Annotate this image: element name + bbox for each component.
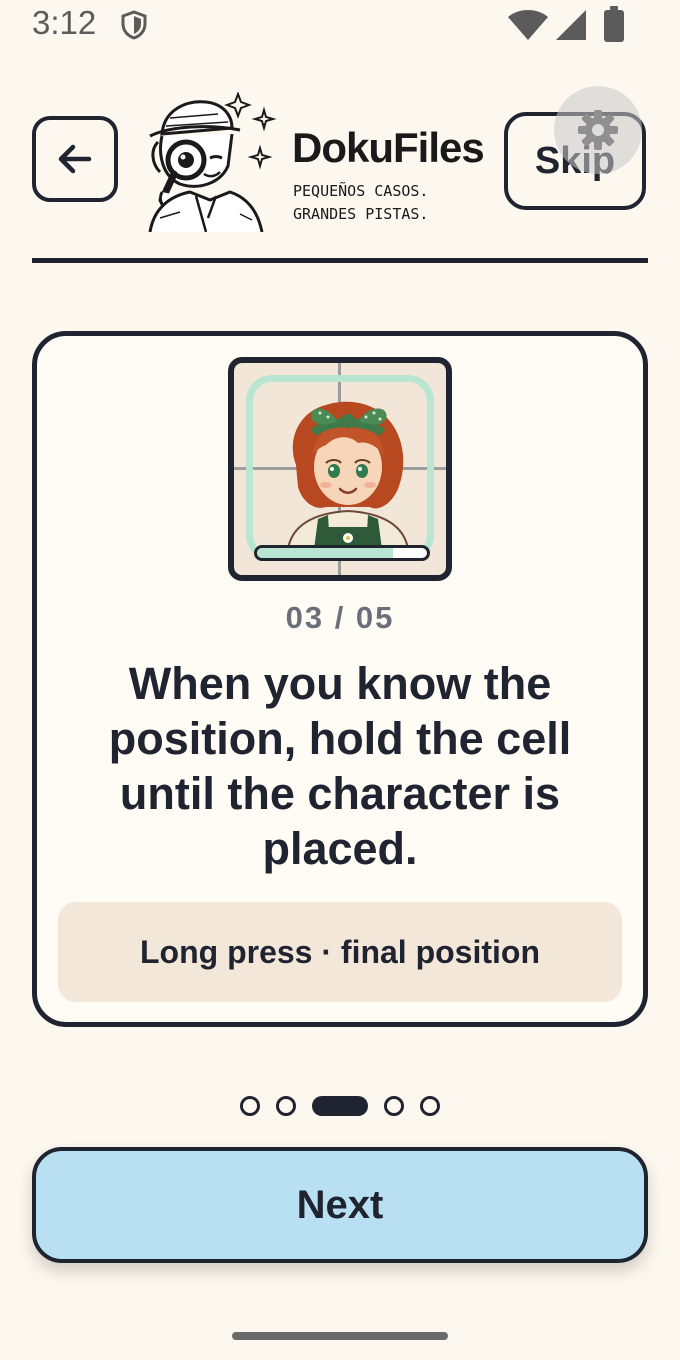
pagination-dots	[0, 1094, 680, 1118]
step-counter: 03 / 05	[285, 600, 395, 635]
gesture-hint: Long press · final position	[58, 902, 622, 1002]
signal-icon	[556, 10, 586, 40]
pagination-dot[interactable]	[384, 1096, 404, 1116]
pagination-dot-active[interactable]	[312, 1096, 368, 1116]
header-divider	[32, 258, 648, 263]
pagination-dot[interactable]	[240, 1096, 260, 1116]
tutorial-text: When you know the position, hold the cel…	[108, 658, 572, 874]
arrow-left-icon	[58, 144, 92, 174]
pagination-dot[interactable]	[276, 1096, 296, 1116]
brand-tagline: PEQUEÑOS CASOS. GRANDES PISTAS.	[293, 182, 429, 223]
next-button[interactable]: Next	[32, 1147, 648, 1263]
tutorial-illustration	[228, 357, 452, 581]
hold-progress-bar	[254, 545, 430, 561]
character-portrait	[286, 401, 410, 549]
status-bar: 3:12	[0, 0, 680, 50]
shield-icon	[121, 10, 147, 40]
settings-button[interactable]	[554, 86, 642, 174]
brand-name: DokuFiles	[292, 124, 485, 171]
status-time: 3:12	[32, 4, 97, 41]
home-gesture-handle[interactable]	[232, 1332, 448, 1340]
hold-progress-fill	[257, 548, 393, 558]
battery-icon	[604, 6, 624, 42]
detective-magnifier-icon	[148, 92, 277, 232]
pagination-dot[interactable]	[420, 1096, 440, 1116]
wifi-icon	[508, 10, 548, 40]
back-button[interactable]	[32, 116, 118, 202]
gear-icon	[578, 110, 618, 150]
